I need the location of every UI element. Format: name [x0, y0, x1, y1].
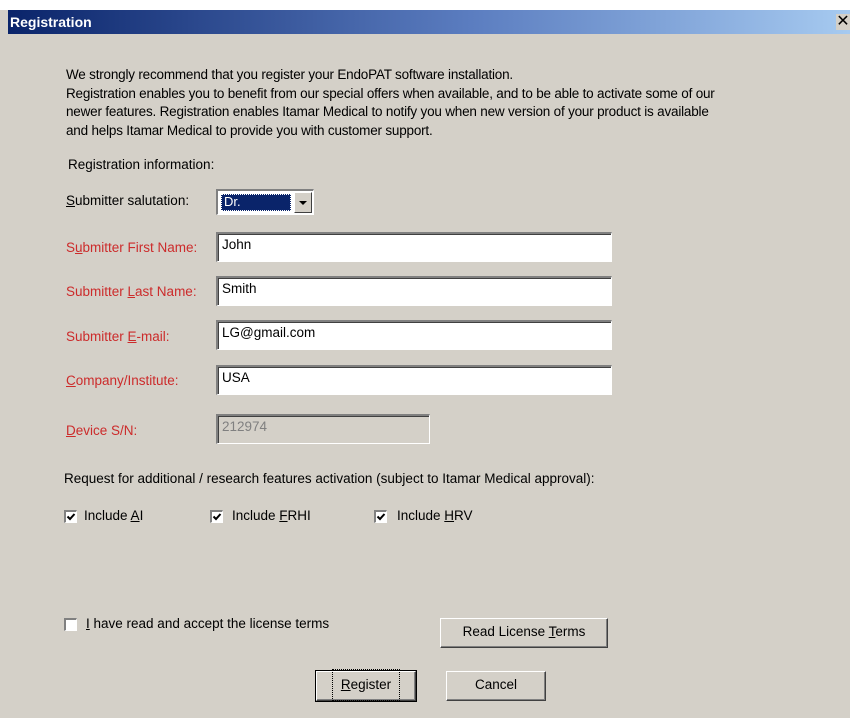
include-ai-label[interactable]: Include AI: [84, 508, 143, 523]
label-part: egister: [350, 677, 392, 692]
salutation-label: Submitter salutation:: [66, 193, 189, 208]
company-label: Company/Institute:: [66, 373, 179, 388]
first-name-field[interactable]: John: [216, 232, 612, 262]
email-field[interactable]: LG@gmail.com: [216, 320, 612, 350]
label-part: RHI: [287, 508, 311, 523]
checkmark-icon: [212, 513, 222, 521]
label-accel: H: [444, 508, 455, 523]
label-part: RV: [454, 508, 473, 523]
label-part: Include: [397, 508, 445, 523]
registration-dialog: Registration ✕ We strongly recommend tha…: [0, 10, 850, 718]
label-part: have read and accept the license terms: [89, 616, 330, 631]
cancel-button[interactable]: Cancel: [446, 671, 546, 701]
close-icon[interactable]: ✕: [836, 14, 850, 30]
first-name-label: Submitter First Name:: [66, 240, 197, 255]
label-part: ompany/Institute:: [75, 373, 179, 388]
include-frhi-label[interactable]: Include FRHI: [232, 508, 311, 523]
include-hrv-label[interactable]: Include HRV: [397, 508, 473, 523]
last-name-field[interactable]: Smith: [216, 276, 612, 306]
label-part: evice S/N:: [75, 423, 138, 438]
label-part: erms: [555, 624, 586, 639]
registration-info-heading: Registration information:: [68, 157, 215, 172]
window-title: Registration: [10, 14, 92, 30]
label-accel: D: [66, 423, 76, 438]
accept-license-checkbox[interactable]: [64, 618, 77, 631]
label-part: I: [139, 508, 144, 523]
label-accel: E: [127, 329, 137, 344]
label-part: S: [66, 240, 76, 255]
chevron-down-icon[interactable]: [294, 192, 312, 213]
device-sn-field: 212974: [216, 414, 430, 444]
label-accel: L: [127, 284, 136, 299]
email-label: Submitter E-mail:: [66, 329, 170, 344]
intro-line: newer features. Registration enables Ita…: [66, 104, 709, 119]
title-bar[interactable]: Registration: [8, 10, 850, 34]
label-part: Submitter: [66, 284, 128, 299]
checkmark-icon: [66, 513, 76, 521]
read-license-terms-button[interactable]: Read License Terms: [440, 618, 608, 648]
salutation-select[interactable]: Dr.: [216, 189, 314, 215]
include-frhi-checkbox[interactable]: [210, 510, 223, 523]
intro-line: Registration enables you to benefit from…: [66, 85, 715, 101]
intro-line: We strongly recommend that you register …: [66, 67, 513, 82]
label-accel: R: [340, 677, 351, 692]
company-field[interactable]: USA: [216, 365, 612, 395]
include-hrv-checkbox[interactable]: [374, 510, 387, 523]
include-ai-checkbox[interactable]: [64, 510, 77, 523]
salutation-selected-value: Dr.: [221, 194, 291, 211]
last-name-label: Submitter Last Name:: [66, 284, 197, 299]
label-part: ast Name:: [135, 284, 197, 299]
label-part: bmitter First Name:: [82, 240, 198, 255]
label-part: -mail:: [136, 329, 170, 344]
register-button[interactable]: Register: [315, 669, 417, 702]
cancel-button-label: Cancel: [474, 677, 518, 692]
label-part: ubmitter salutation:: [75, 193, 190, 208]
label-accel: S: [66, 193, 76, 208]
device-sn-label: Device S/N:: [66, 423, 137, 438]
label-accel: C: [66, 373, 76, 388]
intro-line: and helps Itamar Medical to provide you …: [66, 122, 433, 138]
label-accel: u: [75, 240, 83, 255]
accept-license-label[interactable]: I have read and accept the license terms: [86, 616, 329, 631]
label-part: Submitter: [66, 329, 128, 344]
intro-text: We strongly recommend that you register …: [66, 66, 846, 140]
label-part: Include: [232, 508, 280, 523]
checkmark-icon: [376, 513, 386, 521]
label-accel: F: [279, 508, 288, 523]
label-part: Include: [84, 508, 131, 523]
features-request-text: Request for additional / research featur…: [64, 471, 595, 486]
label-part: Read License: [462, 624, 549, 639]
label-accel: A: [130, 508, 140, 523]
